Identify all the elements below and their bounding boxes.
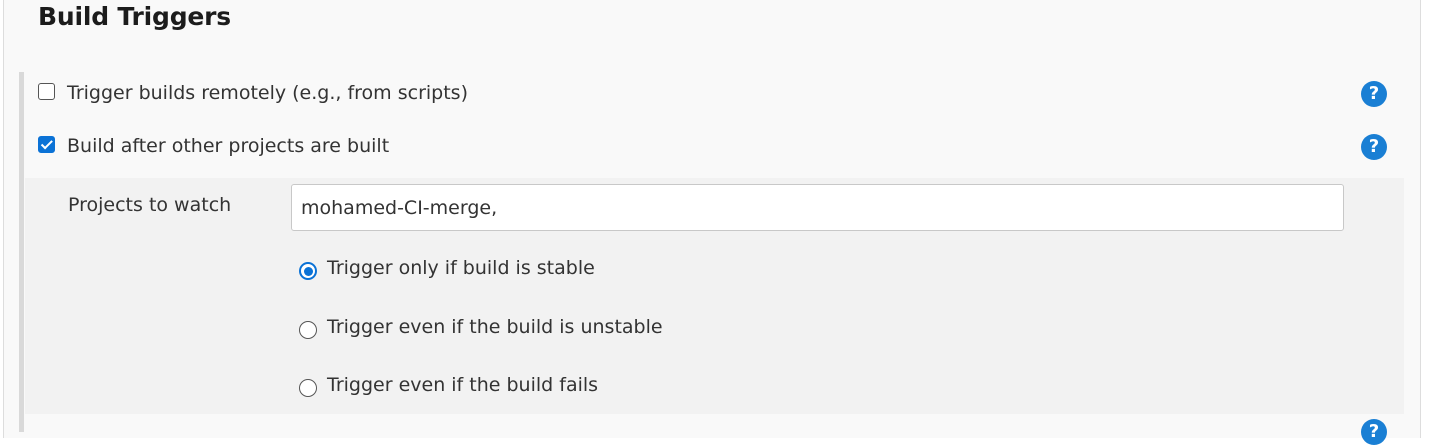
build-after-row[interactable]: Build after other projects are built bbox=[38, 135, 389, 157]
radio-option-stable[interactable]: Trigger only if build is stable bbox=[299, 257, 595, 280]
trigger-remote-checkbox[interactable] bbox=[38, 82, 55, 100]
radio-option-unstable[interactable]: Trigger even if the build is unstable bbox=[299, 316, 663, 339]
radio-label-stable[interactable]: Trigger only if build is stable bbox=[327, 257, 595, 279]
trigger-remote-row[interactable]: Trigger builds remotely (e.g., from scri… bbox=[38, 82, 468, 104]
projects-to-watch-label: Projects to watch bbox=[68, 194, 232, 216]
build-after-label[interactable]: Build after other projects are built bbox=[67, 135, 389, 157]
radio-label-unstable[interactable]: Trigger even if the build is unstable bbox=[327, 316, 663, 338]
build-after-checkbox[interactable] bbox=[38, 135, 55, 153]
radio-button-fails[interactable] bbox=[299, 379, 317, 397]
help-icon[interactable]: ? bbox=[1361, 81, 1387, 107]
radio-label-fails[interactable]: Trigger even if the build fails bbox=[327, 374, 598, 396]
help-icon[interactable]: ? bbox=[1361, 134, 1387, 160]
section-title: Build Triggers bbox=[38, 2, 231, 31]
radio-option-fails[interactable]: Trigger even if the build fails bbox=[299, 374, 598, 397]
help-icon[interactable]: ? bbox=[1361, 419, 1387, 445]
trigger-remote-label[interactable]: Trigger builds remotely (e.g., from scri… bbox=[67, 82, 468, 104]
radio-button-stable[interactable] bbox=[299, 262, 317, 280]
radio-button-unstable[interactable] bbox=[299, 321, 317, 339]
section-indent-bar bbox=[19, 72, 24, 432]
projects-to-watch-input[interactable] bbox=[291, 184, 1344, 231]
